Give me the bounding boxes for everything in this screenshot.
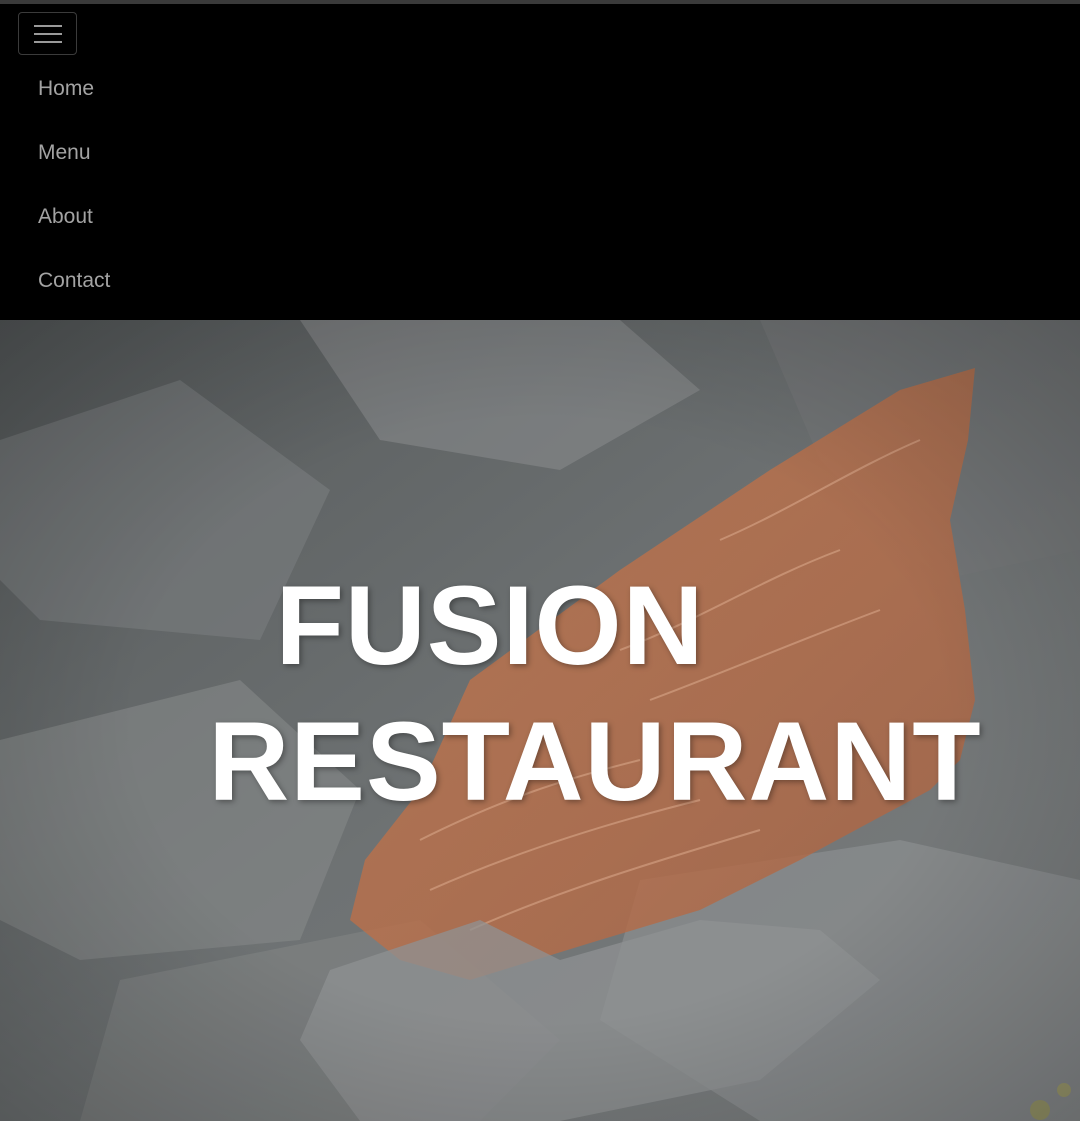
hero-title: FUSION RESTAURANT	[0, 558, 1080, 830]
hero-title-line1: FUSION	[275, 563, 705, 688]
nav-item-contact[interactable]: Contact	[38, 256, 110, 320]
navbar-toggler-button[interactable]	[18, 12, 77, 55]
page: Home Menu About Contact FUSION RESTAURAN…	[0, 0, 1080, 1121]
hero-section: FUSION RESTAURANT	[0, 320, 1080, 1121]
nav-item-about[interactable]: About	[38, 192, 110, 256]
hero-title-line2: RESTAURANT	[208, 699, 982, 824]
navbar: Home Menu About Contact	[0, 4, 1080, 320]
nav-item-home[interactable]: Home	[38, 64, 110, 128]
hamburger-menu-icon	[33, 22, 63, 46]
nav-item-menu[interactable]: Menu	[38, 128, 110, 192]
nav-links: Home Menu About Contact	[38, 64, 110, 320]
